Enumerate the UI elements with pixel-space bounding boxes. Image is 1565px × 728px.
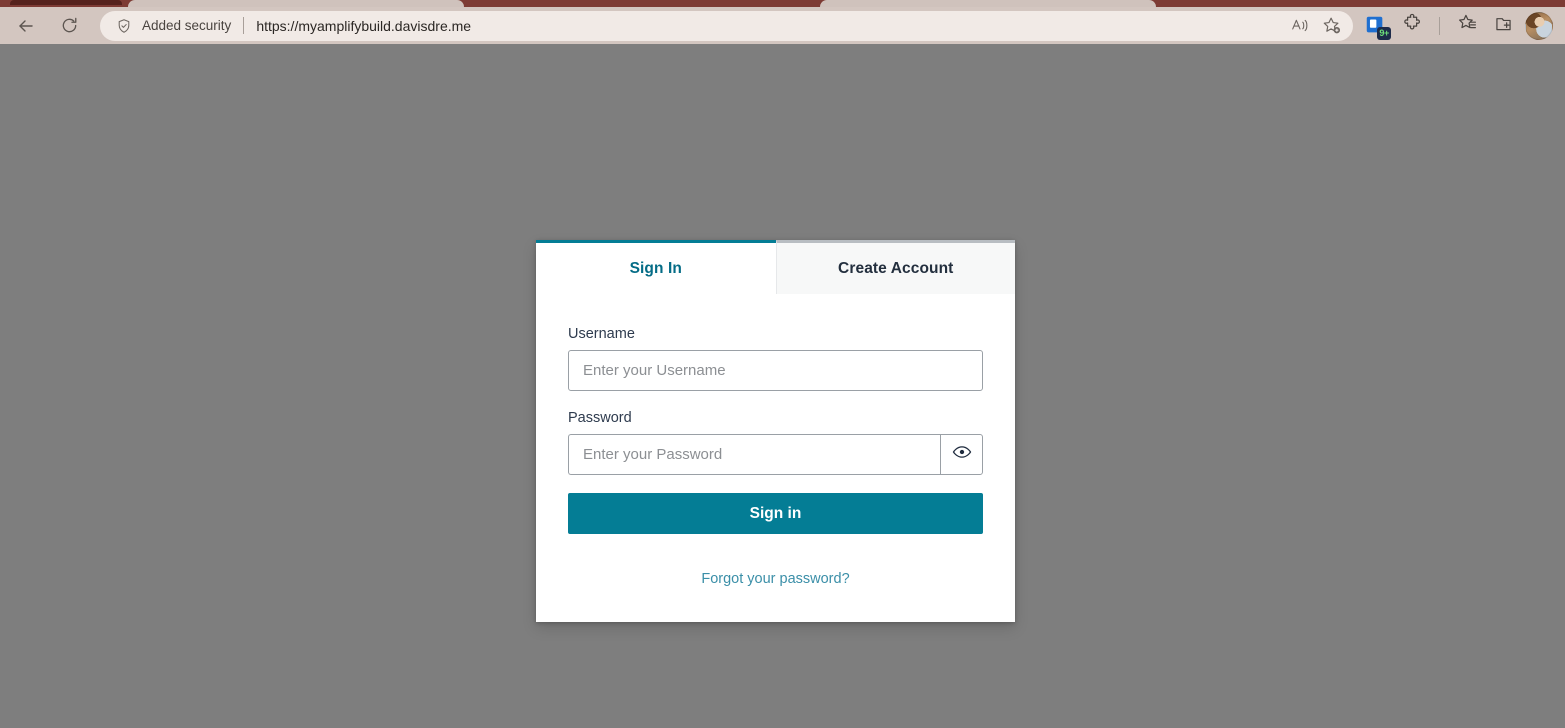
username-input[interactable] <box>568 350 983 391</box>
browser-chrome: Added security https://myamplifybuild.da… <box>0 0 1565 44</box>
password-row <box>568 434 983 475</box>
password-input[interactable] <box>568 434 941 475</box>
read-aloud-button[interactable] <box>1285 12 1315 40</box>
collections-button[interactable] <box>1486 10 1520 42</box>
toolbar-actions: 9+ <box>1353 10 1565 42</box>
puzzle-piece-icon <box>1402 13 1423 39</box>
tab-create-account-label: Create Account <box>838 259 954 277</box>
back-button[interactable] <box>9 9 43 43</box>
tab-create-account[interactable]: Create Account <box>775 240 1015 294</box>
extension-app-button[interactable]: 9+ <box>1359 10 1393 42</box>
auth-card: Sign In Create Account Username Password <box>536 240 1015 622</box>
shield-check-icon <box>114 16 134 36</box>
favorites-button[interactable] <box>1450 10 1484 42</box>
forgot-password-wrap: Forgot your password? <box>568 570 983 588</box>
browser-tab-active[interactable] <box>128 0 464 7</box>
extensions-button[interactable] <box>1395 10 1429 42</box>
security-badge-text: Added security <box>142 18 232 33</box>
back-arrow-icon <box>16 16 36 36</box>
toolbar-divider <box>1439 16 1440 35</box>
eye-icon <box>952 442 972 467</box>
page-viewport: Sign In Create Account Username Password <box>0 44 1565 728</box>
avatar <box>1525 11 1553 40</box>
password-label: Password <box>568 410 632 426</box>
add-favorite-button[interactable] <box>1317 12 1347 40</box>
omnibox-actions <box>1285 12 1347 40</box>
address-bar[interactable]: Added security https://myamplifybuild.da… <box>100 10 1353 41</box>
tab-sign-in-label: Sign In <box>629 259 682 277</box>
browser-toolbar: Added security https://myamplifybuild.da… <box>0 7 1565 44</box>
browser-tab-inactive[interactable] <box>10 0 122 5</box>
url-text[interactable]: https://myamplifybuild.davisdre.me <box>256 18 471 34</box>
omnibox-divider <box>243 17 245 34</box>
sign-in-button[interactable]: Sign in <box>568 493 983 534</box>
auth-tabs: Sign In Create Account <box>536 240 1015 294</box>
tab-strip <box>0 0 1565 7</box>
auth-form: Username Password Sign in Forgot you <box>536 294 1015 622</box>
toggle-password-visibility-button[interactable] <box>940 434 983 475</box>
username-label: Username <box>568 326 635 342</box>
field-spacer <box>568 391 983 410</box>
profile-button[interactable] <box>1522 10 1556 42</box>
collections-icon <box>1493 13 1514 39</box>
app-window-icon: 9+ <box>1364 14 1391 40</box>
refresh-icon <box>60 16 79 35</box>
favorites-star-icon <box>1457 13 1478 39</box>
refresh-button[interactable] <box>52 9 86 43</box>
forgot-password-link[interactable]: Forgot your password? <box>701 571 849 587</box>
extension-badge-count: 9+ <box>1377 26 1391 40</box>
tab-sign-in[interactable]: Sign In <box>536 240 776 294</box>
browser-tab-other[interactable] <box>820 0 1156 7</box>
